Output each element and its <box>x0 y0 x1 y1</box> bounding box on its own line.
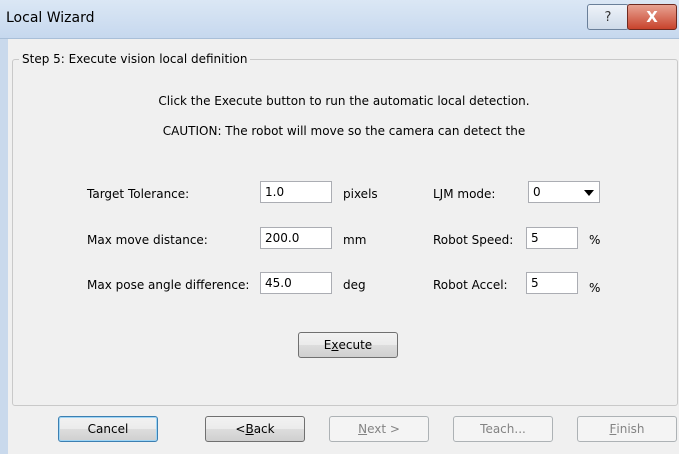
robot-speed-input[interactable]: 5 <box>526 227 578 249</box>
close-button[interactable]: X <box>627 4 677 30</box>
target-tolerance-input[interactable]: 1.0 <box>260 181 332 203</box>
execute-label-post: ecute <box>338 338 373 352</box>
back-button[interactable]: < Back <box>205 416 305 442</box>
caution-text: CAUTION: The robot will move so the came… <box>162 124 526 138</box>
chevron-down-icon <box>584 190 594 196</box>
step-title: Step 5: Execute vision local definition <box>19 52 251 66</box>
target-tolerance-unit: pixels <box>343 187 378 201</box>
teach-label: Teach... <box>480 422 526 436</box>
finish-button[interactable]: Finish <box>577 416 677 442</box>
robot-accel-label: Robot Accel: <box>433 278 508 292</box>
help-icon: ? <box>604 9 612 25</box>
execute-label-key: x <box>331 338 339 352</box>
max-pose-angle-input[interactable]: 45.0 <box>260 272 332 294</box>
back-label-pre: < <box>235 422 246 436</box>
max-move-distance-input[interactable]: 200.0 <box>260 227 332 249</box>
title-bar: Local Wizard ? X <box>0 0 679 39</box>
finish-label-key: F <box>609 422 617 436</box>
cancel-button[interactable]: Cancel <box>58 416 158 442</box>
back-label-post: ack <box>253 422 275 436</box>
robot-accel-input[interactable]: 5 <box>526 272 578 294</box>
max-pose-angle-unit: deg <box>343 278 366 292</box>
cancel-label: Cancel <box>87 422 129 436</box>
max-move-distance-unit: mm <box>343 233 367 247</box>
teach-button[interactable]: Teach... <box>453 416 553 442</box>
next-label-key: N <box>358 422 368 436</box>
finish-label-post: inish <box>616 422 645 436</box>
robot-speed-label: Robot Speed: <box>433 233 514 247</box>
close-icon: X <box>646 8 658 26</box>
next-button[interactable]: Next > <box>329 416 429 442</box>
instruction-text: Click the Execute button to run the auto… <box>158 94 530 108</box>
window-frame-left <box>0 39 8 454</box>
execute-button[interactable]: Ex ecute <box>298 332 398 358</box>
target-tolerance-label: Target Tolerance: <box>87 187 190 201</box>
robot-speed-unit: % <box>589 233 601 247</box>
ljm-mode-value: 0 <box>533 185 541 199</box>
window-title: Local Wizard <box>6 10 95 26</box>
next-label-post: ext > <box>367 422 400 436</box>
ljm-mode-select[interactable]: 0 <box>528 181 600 203</box>
robot-accel-unit: % <box>589 281 601 295</box>
ljm-mode-label: LJM mode: <box>433 187 496 201</box>
max-pose-angle-label: Max pose angle difference: <box>87 278 250 292</box>
local-wizard-window: Local Wizard ? X Step 5: Execute vision … <box>0 0 679 454</box>
max-move-distance-label: Max move distance: <box>87 233 208 247</box>
back-label-key: B <box>245 422 254 436</box>
execute-label-pre: E <box>323 338 332 352</box>
help-button[interactable]: ? <box>587 4 629 30</box>
